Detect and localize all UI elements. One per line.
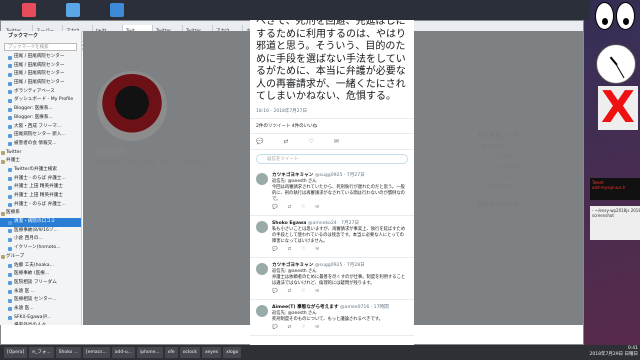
message-icon[interactable]: ✉ bbox=[334, 138, 339, 145]
tweet-modal: べきで、死刑を回避、先延ばしにするために利用するのは、やはり邪道と思う。そういう… bbox=[250, 20, 414, 345]
reply-avatar[interactable] bbox=[256, 172, 268, 185]
sidebar-title: ブックマーク bbox=[8, 33, 39, 39]
taskbar-app[interactable]: Shoko ... bbox=[55, 347, 81, 358]
bookmark-item[interactable]: 田尾 / 田尾病院センター bbox=[0, 79, 81, 88]
reply-text: 私も小さいことは思いますが、再審請求が事実上、執行を延ばすための手段として使われ… bbox=[272, 226, 406, 244]
bookmark-item[interactable]: イクリーン(hnmoto... bbox=[0, 244, 81, 253]
screenshot-window[interactable]: - ~/ensy-wp2018js 2018/7 screenshot bbox=[590, 206, 640, 240]
bookmark-item[interactable]: 帰宅外出の人々... bbox=[0, 322, 81, 325]
clock-date: 2018年7月29日 日曜日 bbox=[589, 352, 638, 357]
taskbar-app[interactable]: iphone... bbox=[137, 347, 163, 358]
folder-icon[interactable] bbox=[66, 3, 80, 17]
reply-avatar[interactable] bbox=[256, 262, 268, 275]
bookmark-item[interactable]: SFKi(-Egawa(P... bbox=[0, 314, 81, 323]
bookmark-folder[interactable]: 弁護士 bbox=[0, 157, 81, 166]
bookmark-item[interactable]: 弁護士 - のらば 弁護士... bbox=[0, 175, 81, 184]
bookmark-item[interactable]: 田尾 / 田尾病院センター bbox=[0, 53, 81, 62]
reply-avatar[interactable] bbox=[256, 220, 268, 233]
retweet-icon[interactable]: ⇄ bbox=[283, 138, 288, 145]
bookmark-item[interactable]: 医院相談 フリーダム bbox=[0, 279, 81, 288]
bookmark-item[interactable]: Twitterの弁護士検索 bbox=[0, 166, 81, 175]
tweet-timestamp[interactable]: 18:16 - 2018年7月27日 bbox=[250, 104, 414, 119]
bookmark-item[interactable]: 田尾 / 田尾病院センター bbox=[0, 70, 81, 79]
eye-icon bbox=[616, 2, 635, 30]
reply-text: 返信先: @anesth さん 死刑制度そのものについて、もっと議論されるべきで… bbox=[272, 310, 383, 322]
reply-text: 返信先: @anesth さん 今回は再審請求されていたから、死刑執行が遅れたの… bbox=[272, 178, 405, 202]
reply-author[interactable]: カツキゴヨキミャン @sugg0925 · 7月28日 bbox=[272, 262, 408, 268]
bottom-taskbar: [Opera] e_フォ... Shoko ... [emacs... add-u...… bbox=[0, 345, 640, 360]
reply-tweet[interactable]: カツキゴヨキミャン @sugg0925 · 7月28日 返信先: @anesth … bbox=[250, 258, 414, 300]
reply-author[interactable]: Aimee(T) 事態ながら考えます @amee0716 · 17時間 bbox=[272, 304, 408, 310]
reply-avatar[interactable] bbox=[256, 304, 268, 317]
tweet-actions: 💬 ⇄ ♡ ✉ bbox=[250, 134, 414, 150]
bookmark-item[interactable]: 小倉 西月の... bbox=[0, 235, 81, 244]
bookmark-folder[interactable]: Twitter bbox=[0, 149, 81, 158]
bookmark-item[interactable]: 弁護士 上田 精英弁護士 bbox=[0, 183, 81, 192]
reply-handle: @sugg0925 · 7月27日 bbox=[314, 172, 365, 178]
bookmark-item[interactable]: 清潔・病院の口コミ bbox=[0, 218, 81, 227]
bookmark-item[interactable]: 大阪・西成 フリーマ... bbox=[0, 123, 81, 132]
top-panel bbox=[0, 0, 590, 20]
bookmark-folder[interactable]: 医療系 bbox=[0, 209, 81, 218]
taskbar-app[interactable]: [Opera] bbox=[4, 347, 28, 358]
taskbar-app[interactable]: xfe bbox=[164, 347, 178, 358]
bookmark-search-input[interactable]: ブックマークを検索 bbox=[4, 43, 77, 51]
eye-icon bbox=[595, 2, 614, 30]
reply-handle: @sugg0925 · 7月28日 bbox=[314, 262, 365, 268]
app-launcher-icon[interactable] bbox=[22, 3, 36, 17]
bookmark-item[interactable]: Blogger: 医療系... bbox=[0, 105, 81, 114]
bookmark-item[interactable]: ダッシュボード - My Profile bbox=[0, 96, 81, 105]
taskbar-app[interactable]: oclock bbox=[179, 347, 200, 358]
reply-actions[interactable]: 💬⇄♡✉ bbox=[272, 325, 408, 330]
terminal-window[interactable]: Tweet add-mysql-uus.h bbox=[590, 178, 640, 200]
xeyes-widget bbox=[595, 2, 637, 32]
bookmark-item[interactable]: Blogger: 医療系... bbox=[0, 114, 81, 123]
reply-tweet[interactable]: Shoko Egawa @amneko24 · 7月27日 私も小さいことは思いま… bbox=[250, 216, 414, 258]
like-icon[interactable]: ♡ bbox=[309, 138, 314, 145]
tweet-text: べきで、死刑を回避、先延ばしにするために利用するのは、やはり邪道と思う。そういう… bbox=[256, 20, 406, 102]
bookmark-item[interactable]: 永遠 医 ... bbox=[0, 288, 81, 297]
reply-actions[interactable]: 💬⇄♡✉ bbox=[272, 205, 408, 210]
reply-handle: @amee0716 · 17時間 bbox=[340, 304, 389, 310]
bookmark-item[interactable]: 田尾病院センター 新入... bbox=[0, 131, 81, 140]
analog-clock bbox=[596, 44, 636, 84]
bookmark-folder[interactable]: グループ bbox=[0, 253, 81, 262]
bookmark-item[interactable]: 被害者の会 情報交... bbox=[0, 140, 81, 149]
bookmark-item[interactable]: 弁護士 - のらば 弁護士... bbox=[0, 201, 81, 210]
reply-actions[interactable]: 💬⇄♡✉ bbox=[272, 289, 408, 294]
taskbar-app[interactable]: e_フォ... bbox=[29, 347, 54, 358]
xlogo-window: X bbox=[598, 86, 638, 130]
bookmark-item[interactable]: 医療事故(8/9/16ゾ... bbox=[0, 227, 81, 236]
reply-author[interactable]: カツキゴヨキミャン @sugg0925 · 7月27日 bbox=[272, 172, 408, 178]
bookmark-item[interactable]: 医療事故 (医療... bbox=[0, 270, 81, 279]
bookmark-item[interactable]: 佐藤 工夫(hoaka... bbox=[0, 262, 81, 271]
reply-input[interactable]: 返信をツイート bbox=[256, 153, 408, 164]
taskbar-app[interactable]: add-u... bbox=[111, 347, 136, 358]
clock-minute-hand bbox=[616, 64, 625, 79]
taskbar-app[interactable]: xeyes bbox=[202, 347, 222, 358]
bookmark-sidebar: ブックマーク ブックマークを検索 田尾 / 田尾病院センター 田尾 / 田尾病院セ… bbox=[0, 31, 82, 325]
taskbar-clock[interactable]: 0:41 2018年7月29日 日曜日 bbox=[590, 346, 638, 358]
taskbar-app[interactable]: [emacs... bbox=[83, 347, 110, 358]
reply-tweet[interactable]: カツキゴヨキミャン @sugg0925 · 7月27日 返信先: @anesth … bbox=[250, 168, 414, 216]
bookmark-item[interactable]: ボランティアベース bbox=[0, 88, 81, 97]
tweet-stats[interactable]: 2件のリツイート 4件のいいね bbox=[250, 119, 414, 134]
reply-handle: @amneko24 · 7月27日 bbox=[307, 220, 360, 226]
reply-author[interactable]: Shoko Egawa @amneko24 · 7月27日 bbox=[272, 220, 408, 226]
reply-icon[interactable]: 💬 bbox=[256, 138, 263, 145]
taskbar-app[interactable]: xlogo bbox=[223, 347, 242, 358]
reply-text: 返信先: @anesth さん 弁護士は依頼者のために最善を尽くすのが仕事。制度… bbox=[272, 268, 406, 286]
reply-actions[interactable]: 💬⇄♡✉ bbox=[272, 247, 408, 252]
reply-tweet[interactable]: Aimee(T) 事態ながら考えます @amee0716 · 17時間 返信先: … bbox=[250, 300, 414, 336]
bookmark-item[interactable]: 弁護士 上田 精英弁護士 bbox=[0, 192, 81, 201]
bookmark-item[interactable]: 医療相談 センター... bbox=[0, 296, 81, 305]
bookmark-item[interactable]: 田尾 / 田尾病院センター bbox=[0, 62, 81, 71]
files-icon[interactable] bbox=[110, 3, 124, 17]
reply-list: カツキゴヨキミャン @sugg0925 · 7月27日 返信先: @anesth … bbox=[250, 168, 414, 336]
bookmark-item[interactable]: 永遠 医... bbox=[0, 305, 81, 314]
